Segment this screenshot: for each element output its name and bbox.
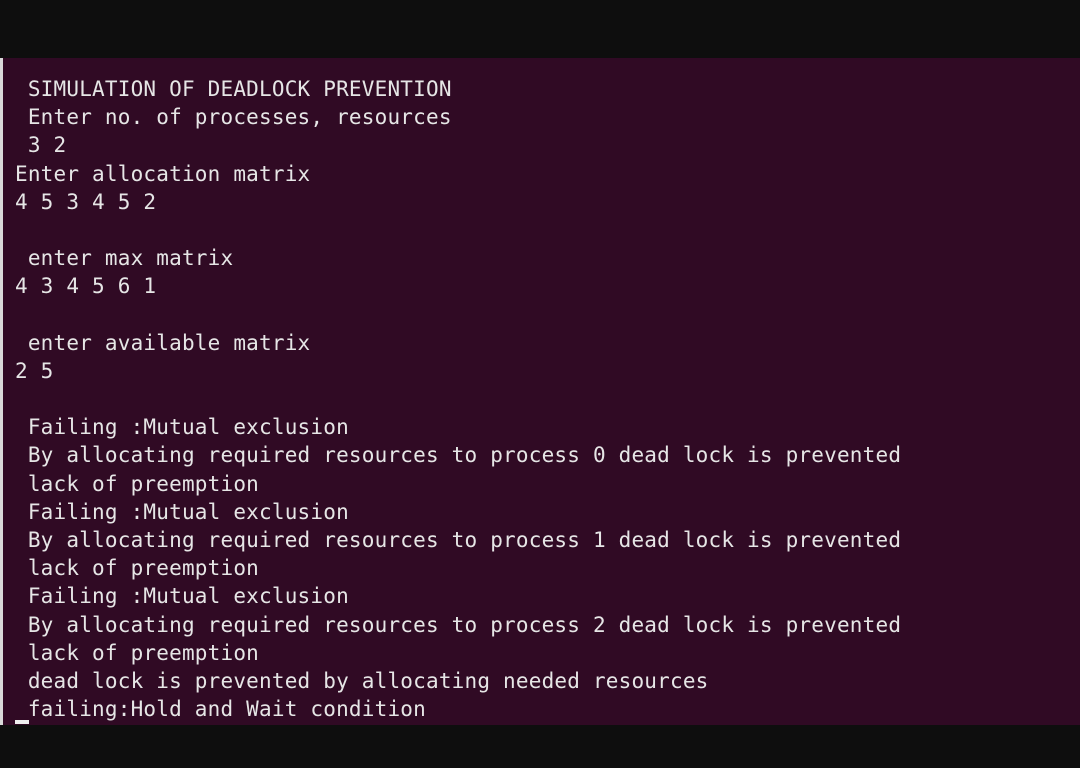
terminal-line: lack of preemption [15, 640, 260, 665]
terminal-line: 2 5 [15, 358, 54, 383]
terminal-line: Enter allocation matrix [15, 161, 311, 186]
terminal-line: 3 2 [15, 133, 67, 158]
terminal-line: Failing :Mutual exclusion [15, 415, 349, 440]
terminal-line: 4 5 3 4 5 2 [15, 189, 157, 214]
terminal-line: Failing :Mutual exclusion [15, 584, 349, 609]
terminal-line: enter available matrix [15, 330, 311, 355]
terminal-line: lack of preemption [15, 556, 260, 581]
terminal-window[interactable]: SIMULATION OF DEADLOCK PREVENTION Enter … [0, 58, 1080, 725]
terminal-line: Failing :Mutual exclusion [15, 499, 349, 524]
terminal-output: SIMULATION OF DEADLOCK PREVENTION Enter … [15, 75, 1075, 723]
window-left-border [0, 58, 3, 725]
terminal-line: By allocating required resources to proc… [15, 443, 902, 468]
terminal-line: dead lock is prevented by allocating nee… [15, 668, 709, 693]
terminal-line: SIMULATION OF DEADLOCK PREVENTION [15, 77, 452, 101]
terminal-line: 4 3 4 5 6 1 [15, 274, 157, 299]
terminal-line: By allocating required resources to proc… [15, 528, 902, 552]
terminal-line: lack of preemption [15, 471, 260, 496]
terminal-line: Enter no. of processes, resources [15, 105, 452, 130]
screenshot-frame: SIMULATION OF DEADLOCK PREVENTION Enter … [0, 0, 1080, 768]
text-cursor [15, 720, 29, 724]
terminal-line: failing:Hold and Wait condition [15, 697, 426, 722]
terminal-line: By allocating required resources to proc… [15, 612, 902, 637]
terminal-line: enter max matrix [15, 246, 234, 271]
